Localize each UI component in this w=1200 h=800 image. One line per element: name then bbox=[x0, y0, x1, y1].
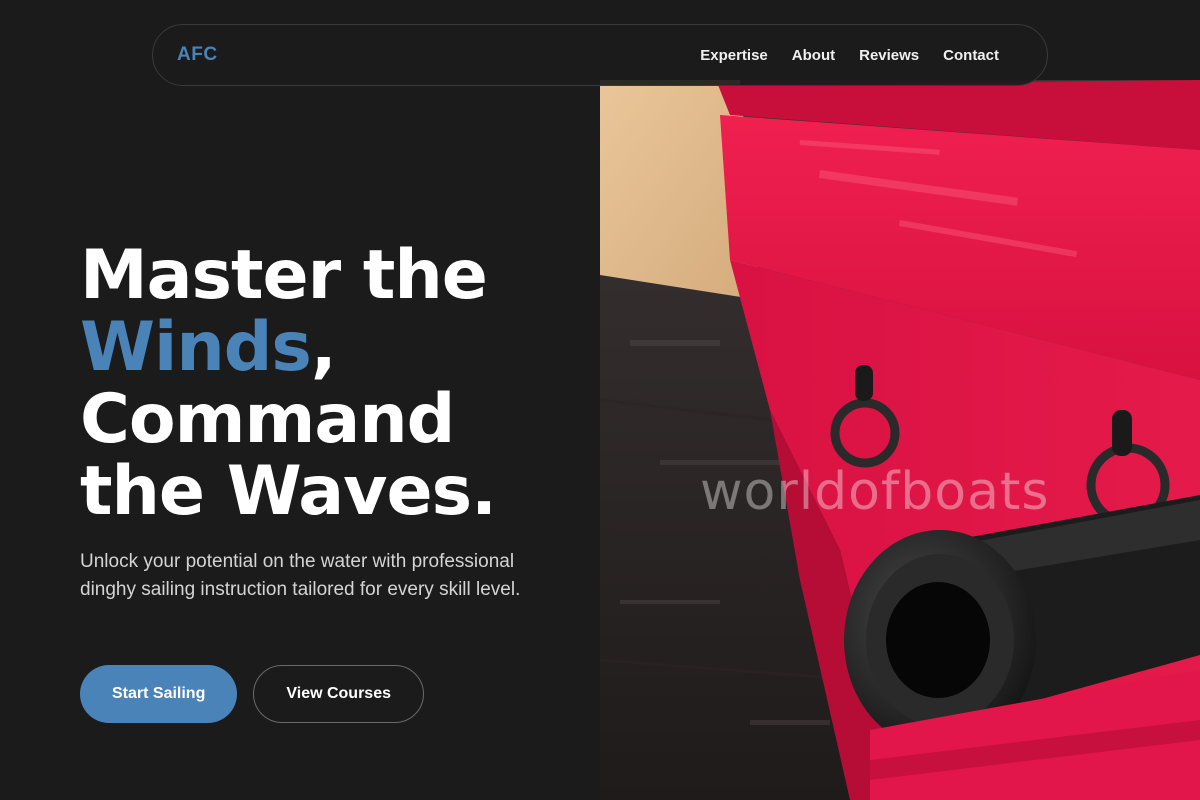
nav-item-reviews[interactable]: Reviews bbox=[859, 47, 919, 64]
brand-logo[interactable]: AFC bbox=[177, 44, 218, 66]
nav-links: Expertise About Reviews Contact bbox=[700, 47, 999, 64]
hero-subtitle: Unlock your potential on the water with … bbox=[80, 551, 521, 600]
nav-item-about[interactable]: About bbox=[792, 47, 835, 64]
nav-item-expertise[interactable]: Expertise bbox=[700, 47, 768, 64]
top-navigation: AFC Expertise About Reviews Contact bbox=[152, 24, 1048, 86]
image-watermark: worldofboats bbox=[700, 462, 1050, 522]
start-sailing-button[interactable]: Start Sailing bbox=[80, 665, 238, 723]
headline-line-4: the Waves. bbox=[80, 452, 497, 531]
hero-buttons: Start Sailing View Courses bbox=[80, 665, 424, 723]
headline-line-1: Master the bbox=[80, 236, 488, 315]
headline-line-3: Command bbox=[80, 380, 455, 459]
headline-comma: , bbox=[310, 308, 337, 387]
headline-accent-word: Winds bbox=[80, 308, 312, 387]
hero-image: worldofboats bbox=[600, 80, 1200, 800]
nav-item-contact[interactable]: Contact bbox=[943, 47, 999, 64]
hero-headline: Master the Winds, Command the Waves. bbox=[80, 240, 580, 528]
view-courses-button[interactable]: View Courses bbox=[253, 665, 424, 723]
hero-text: Master the Winds, Command the Waves. bbox=[80, 240, 580, 528]
cannon-illustration bbox=[600, 80, 1200, 800]
